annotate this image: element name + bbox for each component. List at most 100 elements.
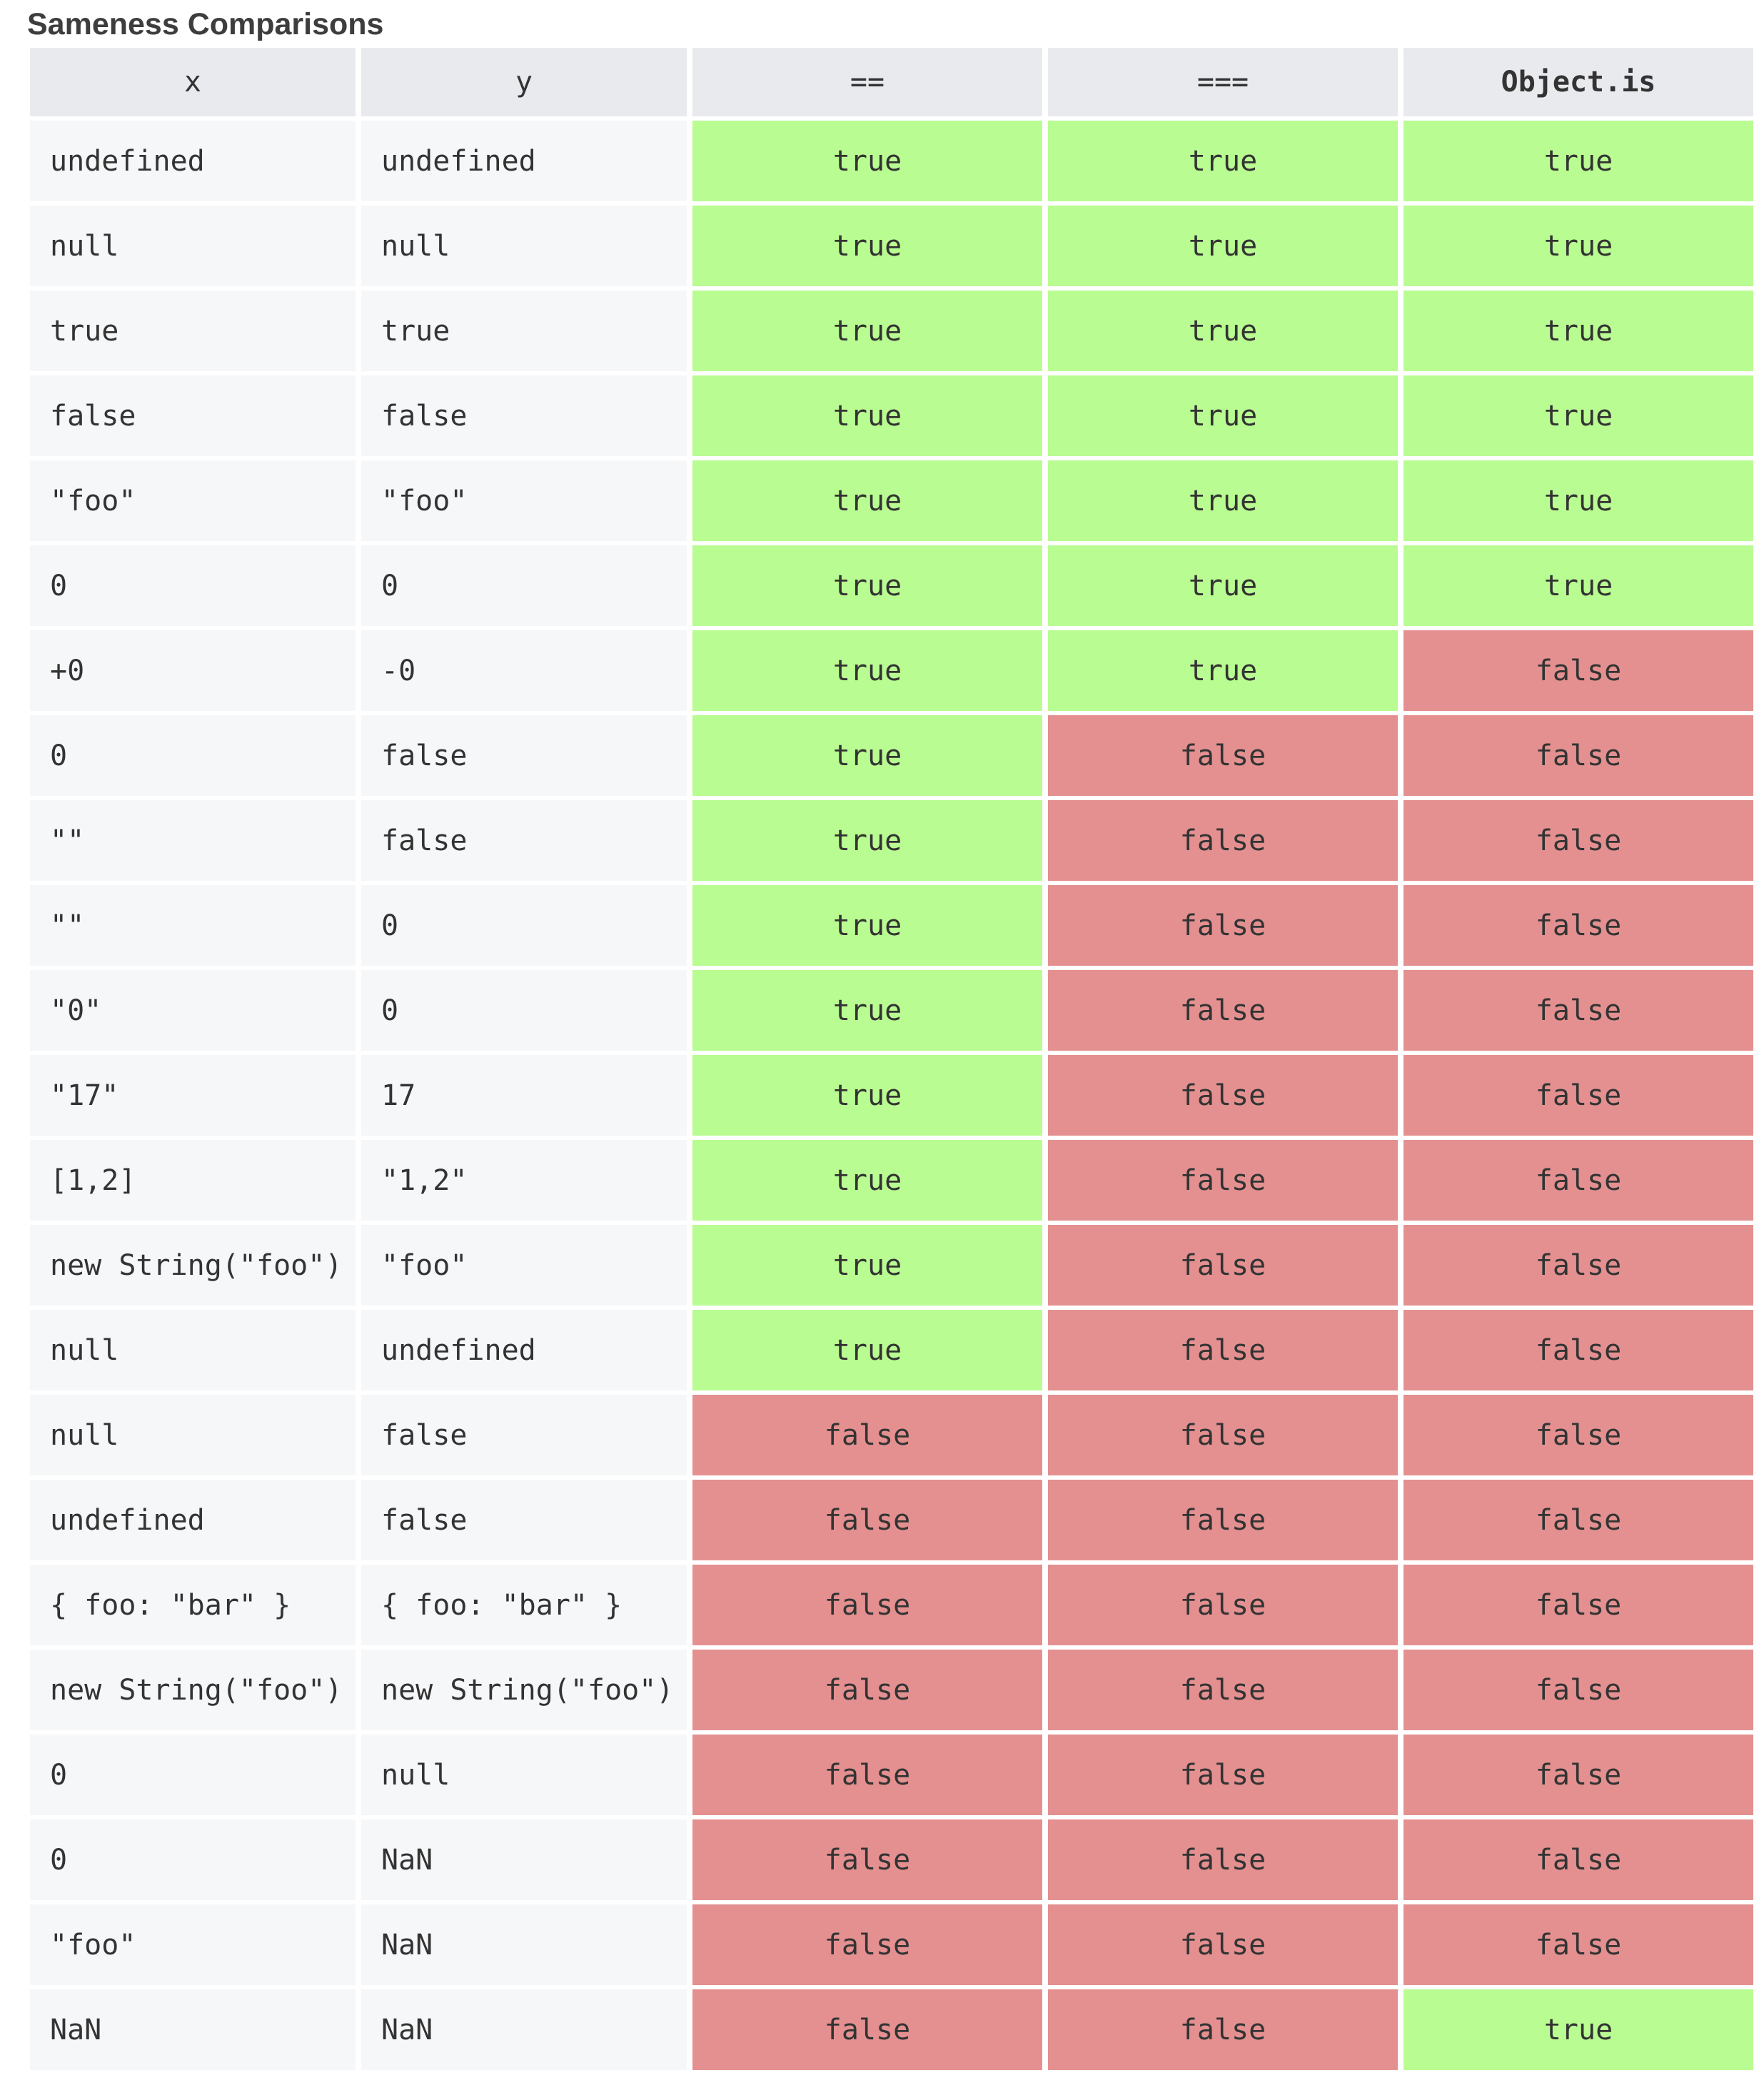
header-row: x y == === Object.is xyxy=(30,48,1753,116)
table-row: { foo: "bar" }{ foo: "bar" } false false fa… xyxy=(30,1565,1753,1645)
cell-y: false xyxy=(361,715,687,796)
table-row: +0 -0 true true false xyxy=(30,630,1753,711)
cell-object-is: true xyxy=(1403,291,1753,371)
table-row: undefined false false false false xyxy=(30,1480,1753,1560)
table-row: null null true true true xyxy=(30,206,1753,286)
table-row: new String("foo") "foo" true false false xyxy=(30,1225,1753,1306)
cell-x: null xyxy=(30,206,356,286)
cell-y: undefined xyxy=(361,121,687,201)
table-caption: Sameness Comparisons xyxy=(27,7,384,41)
cell-x: "foo" xyxy=(30,460,356,541)
cell-loose-equality: false xyxy=(692,1735,1042,1815)
table-row: NaN NaN false false true xyxy=(30,1989,1753,2070)
cell-loose-equality: false xyxy=(692,1650,1042,1730)
table-row: true true true true true xyxy=(30,291,1753,371)
cell-strict-equality: false xyxy=(1048,1480,1398,1560)
cell-x: "0" xyxy=(30,970,356,1051)
cell-strict-equality: false xyxy=(1048,885,1398,966)
cell-y: "foo" xyxy=(361,460,687,541)
table-row: "17" 17 true false false xyxy=(30,1055,1753,1136)
cell-object-is: false xyxy=(1403,1735,1753,1815)
cell-x: NaN xyxy=(30,1989,356,2070)
cell-y: false xyxy=(361,375,687,456)
cell-y: true xyxy=(361,291,687,371)
cell-strict-equality: false xyxy=(1048,970,1398,1051)
cell-object-is: false xyxy=(1403,1225,1753,1306)
cell-object-is: true xyxy=(1403,206,1753,286)
cell-strict-equality: false xyxy=(1048,1904,1398,1985)
cell-object-is: true xyxy=(1403,375,1753,456)
cell-loose-equality: true xyxy=(692,460,1042,541)
cell-strict-equality: false xyxy=(1048,1989,1398,2070)
cell-object-is: false xyxy=(1403,1310,1753,1390)
cell-loose-equality: false xyxy=(692,1395,1042,1475)
cell-object-is: false xyxy=(1403,1565,1753,1645)
cell-strict-equality: false xyxy=(1048,800,1398,881)
cell-strict-equality: true xyxy=(1048,206,1398,286)
cell-strict-equality: true xyxy=(1048,291,1398,371)
table-row: "" 0 true false false xyxy=(30,885,1753,966)
cell-strict-equality: true xyxy=(1048,460,1398,541)
header-y: y xyxy=(361,48,687,116)
cell-object-is: true xyxy=(1403,460,1753,541)
cell-loose-equality: true xyxy=(692,800,1042,881)
cell-strict-equality: false xyxy=(1048,1225,1398,1306)
cell-y: 0 xyxy=(361,545,687,626)
cell-loose-equality: false xyxy=(692,1819,1042,1900)
cell-object-is: false xyxy=(1403,1480,1753,1560)
cell-strict-equality: false xyxy=(1048,1650,1398,1730)
table-row: null false false false false xyxy=(30,1395,1753,1475)
cell-loose-equality: true xyxy=(692,715,1042,796)
cell-loose-equality: true xyxy=(692,121,1042,201)
cell-x: new String("foo") xyxy=(30,1650,356,1730)
cell-object-is: false xyxy=(1403,1395,1753,1475)
cell-x: 0 xyxy=(30,715,356,796)
table-row: 0 NaN false false false xyxy=(30,1819,1753,1900)
table-row: new String("foo") new String("foo") false f… xyxy=(30,1650,1753,1730)
cell-object-is: false xyxy=(1403,1819,1753,1900)
table-row: "foo" NaN false false false xyxy=(30,1904,1753,1985)
table-row: 0 0 true true true xyxy=(30,545,1753,626)
cell-x: null xyxy=(30,1395,356,1475)
table-row: null undefined true false false xyxy=(30,1310,1753,1390)
table-row: "foo" "foo" true true true xyxy=(30,460,1753,541)
cell-loose-equality: true xyxy=(692,1055,1042,1136)
cell-x: undefined xyxy=(30,1480,356,1560)
cell-loose-equality: false xyxy=(692,1480,1042,1560)
header-strict-equality: === xyxy=(1048,48,1398,116)
cell-x: false xyxy=(30,375,356,456)
cell-x: "" xyxy=(30,885,356,966)
cell-x: "" xyxy=(30,800,356,881)
cell-loose-equality: true xyxy=(692,206,1042,286)
cell-x: null xyxy=(30,1310,356,1390)
cell-x: "17" xyxy=(30,1055,356,1136)
cell-loose-equality: true xyxy=(692,375,1042,456)
cell-x: "foo" xyxy=(30,1904,356,1985)
cell-y: NaN xyxy=(361,1904,687,1985)
cell-loose-equality: true xyxy=(692,885,1042,966)
header-loose-equality: == xyxy=(692,48,1042,116)
cell-loose-equality: true xyxy=(692,1225,1042,1306)
cell-y: false xyxy=(361,1395,687,1475)
cell-strict-equality: false xyxy=(1048,1055,1398,1136)
cell-strict-equality: false xyxy=(1048,1565,1398,1645)
cell-x: { foo: "bar" } xyxy=(30,1565,356,1645)
cell-object-is: true xyxy=(1403,1989,1753,2070)
cell-x: undefined xyxy=(30,121,356,201)
cell-object-is: false xyxy=(1403,1650,1753,1730)
cell-strict-equality: true xyxy=(1048,630,1398,711)
cell-strict-equality: false xyxy=(1048,715,1398,796)
cell-y: NaN xyxy=(361,1989,687,2070)
cell-object-is: false xyxy=(1403,1055,1753,1136)
table-row: undefined undefined true true true xyxy=(30,121,1753,201)
cell-y: -0 xyxy=(361,630,687,711)
cell-y: new String("foo") xyxy=(361,1650,687,1730)
cell-x: 0 xyxy=(30,1819,356,1900)
cell-strict-equality: true xyxy=(1048,121,1398,201)
cell-object-is: false xyxy=(1403,715,1753,796)
cell-x: true xyxy=(30,291,356,371)
cell-strict-equality: true xyxy=(1048,375,1398,456)
cell-y: "foo" xyxy=(361,1225,687,1306)
cell-loose-equality: true xyxy=(692,291,1042,371)
cell-y: 17 xyxy=(361,1055,687,1136)
